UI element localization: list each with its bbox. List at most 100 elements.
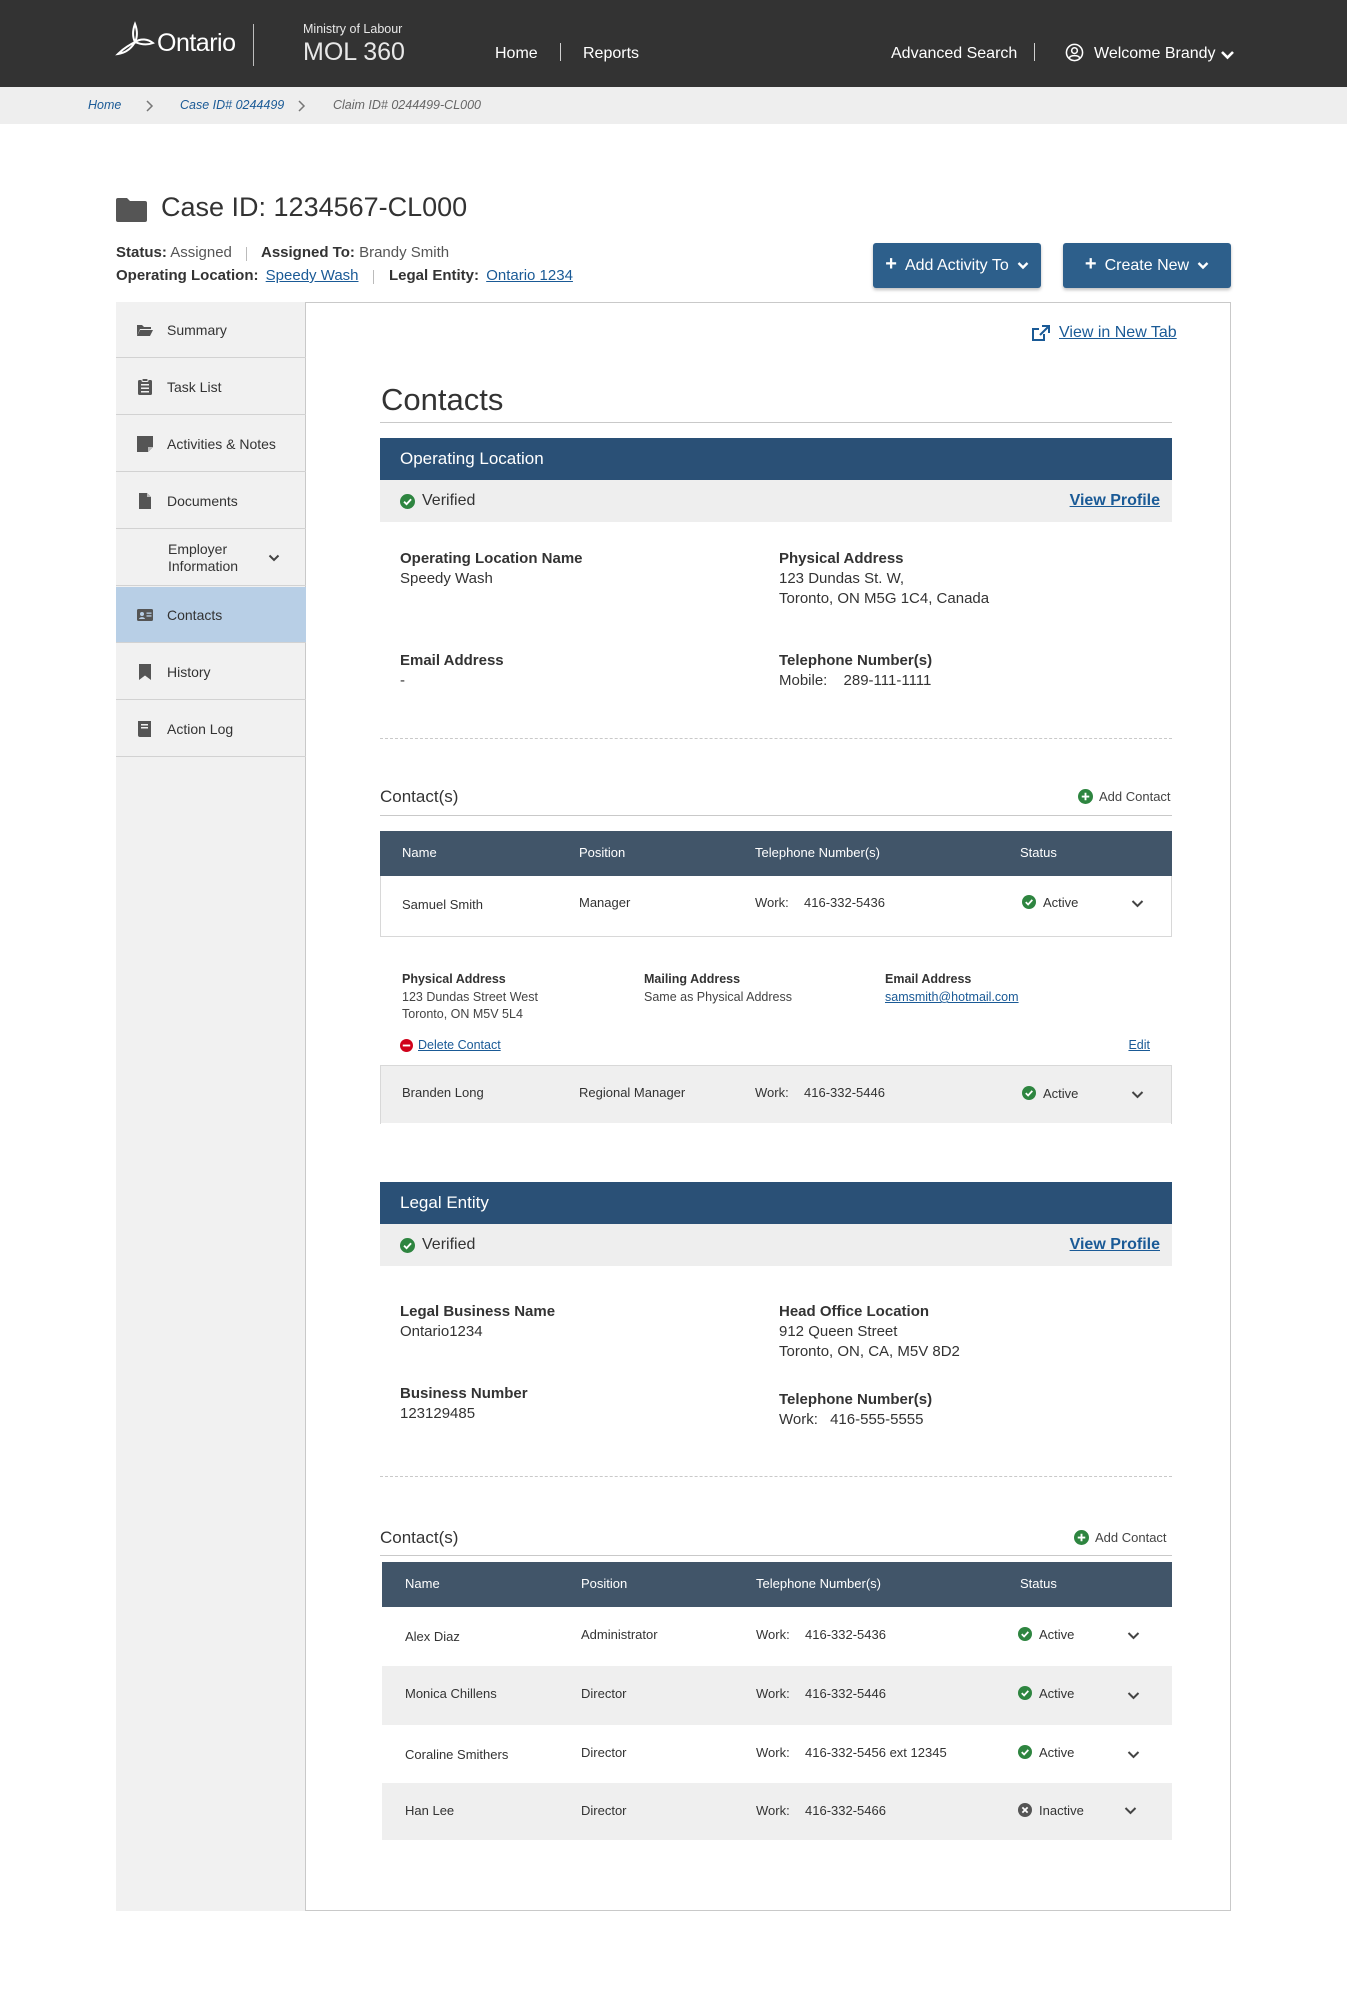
detail-label: Email Address bbox=[885, 972, 972, 986]
check-circle-icon bbox=[1022, 895, 1036, 909]
welcome-user-menu[interactable]: Welcome Brandy bbox=[1094, 45, 1216, 63]
check-circle-icon bbox=[1018, 1745, 1032, 1759]
sidebar-item-employer-information[interactable]: Employer Information bbox=[116, 530, 306, 586]
sidebar-item-label: Action Log bbox=[167, 720, 234, 737]
sidebar-item-label: History bbox=[167, 663, 211, 680]
cell-position: Regional Manager bbox=[579, 1085, 686, 1100]
phone-number: 289-111-1111 bbox=[843, 672, 932, 689]
chevron-down-icon[interactable] bbox=[1127, 1691, 1140, 1700]
table-row[interactable]: Branden Long Regional Manager Work: 416-… bbox=[381, 1066, 1171, 1123]
legal-entity-header: Legal Entity bbox=[380, 1182, 1172, 1224]
column-header-position: Position bbox=[581, 1576, 628, 1591]
page-title: Contacts bbox=[381, 382, 504, 417]
head-office-field: Head Office Location 912 Queen Street To… bbox=[779, 1302, 960, 1362]
case-operating-location: Operating Location: Speedy Wash bbox=[116, 267, 359, 284]
le-contacts-table-header: Name Position Telephone Number(s) Status bbox=[382, 1562, 1172, 1607]
contact-detail-panel: Physical Address 123 Dundas Street West … bbox=[380, 936, 1172, 1066]
cell-phone: 416-332-5456 ext 12345 bbox=[805, 1745, 947, 1760]
column-header-name: Name bbox=[402, 845, 437, 860]
view-in-new-tab-link[interactable]: View in New Tab bbox=[1031, 324, 1177, 342]
ontario-logo[interactable]: Ontario bbox=[115, 20, 236, 60]
add-contact-button[interactable]: Add Contact bbox=[1078, 789, 1171, 804]
email-address-field: Email Address - bbox=[400, 651, 504, 691]
cell-phone-type: Work: bbox=[756, 1803, 790, 1818]
cell-phone-type: Work: bbox=[756, 1686, 790, 1701]
table-row[interactable]: Coraline Smithers Director Work: 416-332… bbox=[382, 1725, 1172, 1783]
chevron-down-icon[interactable] bbox=[1131, 1090, 1144, 1099]
detail-value: Toronto, ON M5V 5L4 bbox=[402, 1007, 523, 1021]
plus-circle-icon bbox=[1074, 1530, 1089, 1545]
column-header-telephone: Telephone Number(s) bbox=[756, 1576, 882, 1591]
dashed-divider bbox=[380, 738, 1172, 739]
operating-location-link[interactable]: Speedy Wash bbox=[266, 267, 359, 284]
nav-reports-link[interactable]: Reports bbox=[583, 45, 639, 63]
chevron-down-icon[interactable] bbox=[1127, 1750, 1140, 1759]
advanced-search-link[interactable]: Advanced Search bbox=[891, 45, 1017, 63]
chevron-up-icon[interactable] bbox=[1131, 899, 1144, 908]
edit-contact-link[interactable]: Edit bbox=[1128, 1038, 1150, 1052]
check-circle-icon bbox=[400, 493, 415, 509]
nav-home-link[interactable]: Home bbox=[495, 45, 538, 63]
sidebar-item-action-log[interactable]: Action Log bbox=[116, 701, 306, 757]
field-value: Work: 416-555-5555 bbox=[779, 1410, 932, 1430]
field-label: Telephone Number(s) bbox=[779, 1391, 933, 1408]
chevron-down-icon[interactable] bbox=[1220, 50, 1235, 60]
add-contact-label: Add Contact bbox=[1095, 1530, 1167, 1545]
field-value: 123129485 bbox=[400, 1405, 476, 1422]
email-link[interactable]: samsmith@hotmail.com bbox=[885, 989, 1019, 1006]
header-divider bbox=[253, 24, 254, 66]
operating-location-name-field: Operating Location Name Speedy Wash bbox=[400, 549, 583, 589]
clipboard-list-icon bbox=[138, 377, 152, 395]
operating-location-header: Operating Location bbox=[380, 438, 1172, 480]
sticky-note-icon bbox=[137, 435, 153, 452]
cell-phone: 416-332-5446 bbox=[805, 1686, 886, 1701]
chevron-down-icon[interactable] bbox=[1124, 1806, 1137, 1815]
sidebar-item-label-line2: Information bbox=[168, 557, 239, 574]
sidebar-item-summary[interactable]: Summary bbox=[116, 302, 306, 358]
sidebar-item-history[interactable]: History bbox=[116, 644, 306, 700]
column-header-position: Position bbox=[579, 845, 626, 860]
cell-phone: 416-332-5466 bbox=[805, 1803, 886, 1818]
delete-contact-button[interactable]: Delete Contact bbox=[400, 1038, 501, 1052]
view-profile-link[interactable]: View Profile bbox=[1070, 492, 1160, 510]
table-row[interactable]: Alex Diaz Administrator Work: 416-332-54… bbox=[382, 1607, 1172, 1666]
book-icon bbox=[138, 720, 151, 737]
sidebar-item-contacts[interactable]: Contacts bbox=[116, 587, 306, 643]
field-value: - bbox=[400, 672, 405, 689]
field-label: Email Address bbox=[400, 652, 504, 669]
breadcrumb: Home Case ID# 0244499 Claim ID# 0244499-… bbox=[0, 87, 1347, 124]
sidebar-item-activities-notes[interactable]: Activities & Notes bbox=[116, 416, 306, 472]
chevron-down-icon[interactable] bbox=[268, 553, 280, 563]
sidebar-item-task-list[interactable]: Task List bbox=[116, 359, 306, 415]
check-circle-icon bbox=[1018, 1686, 1032, 1700]
breadcrumb-home[interactable]: Home bbox=[88, 98, 121, 112]
sidebar-item-label: Documents bbox=[167, 492, 238, 509]
column-header-status: Status bbox=[1020, 1576, 1057, 1591]
add-contact-button[interactable]: Add Contact bbox=[1074, 1530, 1167, 1545]
chevron-down-icon[interactable] bbox=[1127, 1631, 1140, 1640]
table-row[interactable]: Monica Chillens Director Work: 416-332-5… bbox=[382, 1666, 1172, 1725]
cell-phone-type: Work: bbox=[755, 895, 789, 910]
create-new-button[interactable]: + Create New bbox=[1063, 243, 1231, 288]
legal-entity-label: Legal Entity: bbox=[389, 267, 480, 284]
cell-name: Monica Chillens bbox=[405, 1686, 497, 1701]
legal-entity-link[interactable]: Ontario 1234 bbox=[486, 267, 573, 284]
ministry-name: Ministry of Labour bbox=[303, 22, 403, 36]
divider bbox=[380, 1555, 1172, 1556]
user-circle-icon bbox=[1065, 43, 1084, 62]
add-activity-button[interactable]: + Add Activity To bbox=[873, 243, 1041, 288]
table-row[interactable]: Samuel Smith Manager Work: 416-332-5436 … bbox=[381, 877, 1171, 936]
chevron-down-icon bbox=[1017, 262, 1029, 270]
table-row[interactable]: Han Lee Director Work: 416-332-5466 Inac… bbox=[382, 1783, 1172, 1840]
add-contact-label: Add Contact bbox=[1099, 789, 1171, 804]
cell-status: Inactive bbox=[1039, 1803, 1084, 1818]
le-contacts-heading: Contact(s) bbox=[380, 1528, 459, 1547]
breadcrumb-case[interactable]: Case ID# 0244499 bbox=[180, 98, 284, 112]
check-circle-icon bbox=[1018, 1627, 1032, 1641]
phone-number: 416-555-5555 bbox=[830, 1411, 924, 1428]
chevron-down-icon bbox=[1197, 262, 1209, 270]
sidebar-item-documents[interactable]: Documents bbox=[116, 473, 306, 529]
add-activity-label: Add Activity To bbox=[904, 256, 1009, 274]
field-value: Ontario1234 bbox=[400, 1323, 483, 1340]
view-profile-link[interactable]: View Profile bbox=[1070, 1236, 1160, 1254]
